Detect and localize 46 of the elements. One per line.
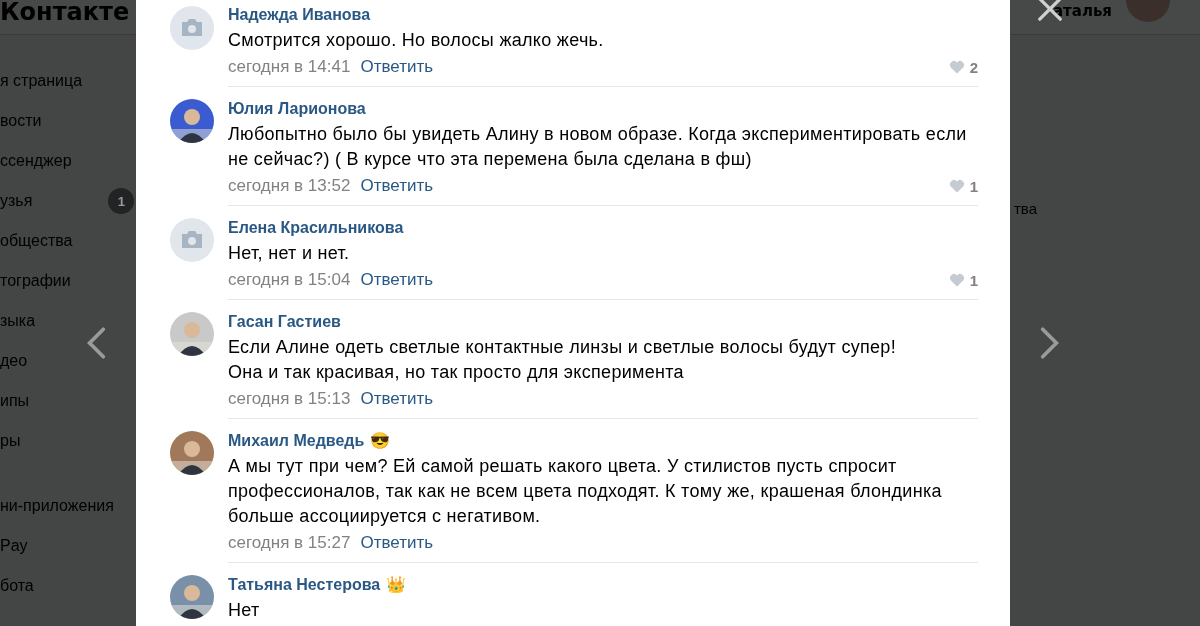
sidebar-item[interactable]: тографии xyxy=(0,272,71,290)
camera-icon[interactable] xyxy=(170,6,214,50)
sidebar-item[interactable]: ни-приложения xyxy=(0,497,114,515)
reply-link[interactable]: Ответить xyxy=(360,176,434,196)
sidebar-item[interactable]: део xyxy=(0,352,28,370)
comment-text: Нет xyxy=(228,599,261,622)
sidebar-item[interactable]: ры xyxy=(0,432,21,450)
emoji: 😎 xyxy=(370,433,391,449)
comment-time[interactable]: сегодня в 15:04 xyxy=(228,270,351,290)
like-count: 1 xyxy=(969,177,978,195)
author-name[interactable]: Елена Красильникова xyxy=(228,219,404,237)
emoji: 👑 xyxy=(386,577,407,593)
sidebar-item[interactable]: бота xyxy=(0,577,34,595)
sidebar-item[interactable]: ипы xyxy=(0,392,30,410)
like-count: 1 xyxy=(969,271,978,289)
comment-text: Нет, нет и нет. xyxy=(228,242,351,265)
camera-icon[interactable] xyxy=(170,218,214,262)
comment-text: Смотрится хорошо. Но волосы жалко жечь. xyxy=(228,29,605,52)
reply-link[interactable]: Ответить xyxy=(360,389,434,409)
author-name[interactable]: Гасан Гастиев xyxy=(228,313,341,331)
sidebar-item[interactable]: общества xyxy=(0,232,73,250)
sidebar-item[interactable]: узья xyxy=(0,192,33,210)
reply-link[interactable]: Ответить xyxy=(360,533,434,553)
comment-time[interactable]: сегодня в 15:27 xyxy=(228,533,351,553)
like-count: 2 xyxy=(969,58,978,76)
count-badge: 1 xyxy=(108,188,135,214)
comment-time[interactable]: сегодня в 14:41 xyxy=(228,57,351,77)
reply-link[interactable]: Ответить xyxy=(360,270,434,290)
comment-text: Любопытно было бы увидеть Алину в новом образе. Когда экспериментировать если не сейчас?) ( В курсе что эта перемена была сделана в фш) xyxy=(228,123,968,171)
comment-time[interactable]: сегодня в 13:52 xyxy=(228,176,351,196)
user-name[interactable]: аталья xyxy=(1052,2,1112,20)
author-name[interactable]: Михаил Медведь xyxy=(228,432,365,450)
sidebar-item[interactable]: вости xyxy=(0,112,42,130)
comment-time[interactable]: сегодня в 15:13 xyxy=(228,389,351,409)
background-text: тва xyxy=(1014,200,1037,217)
reply-link[interactable]: Ответить xyxy=(360,57,434,77)
author-name[interactable]: Юлия Ларионова xyxy=(228,100,366,118)
comment-text: Если Алине одеть светлые контактные линзы и светлые волосы будут супер! Она и так красивая, но так просто для эксперимента xyxy=(228,336,897,384)
sidebar-item[interactable]: зыка xyxy=(0,312,36,330)
logo-text[interactable]: Контакте xyxy=(0,0,130,24)
sidebar-item[interactable]: Pay xyxy=(0,537,28,555)
sidebar-item[interactable]: ссенджер xyxy=(0,152,72,170)
sidebar-item[interactable]: я страница xyxy=(0,72,83,90)
comment-text: А мы тут при чем? Ей самой решать какого цвета. У стилистов пусть спросит профессионалов, так как не всем цвета подходят. К тому же, крашеная блондинка больше ассоциируется с негативом. xyxy=(228,455,943,528)
author-name[interactable]: Татьяна Нестерова xyxy=(228,576,381,594)
author-name[interactable]: Надежда Иванова xyxy=(228,6,371,24)
